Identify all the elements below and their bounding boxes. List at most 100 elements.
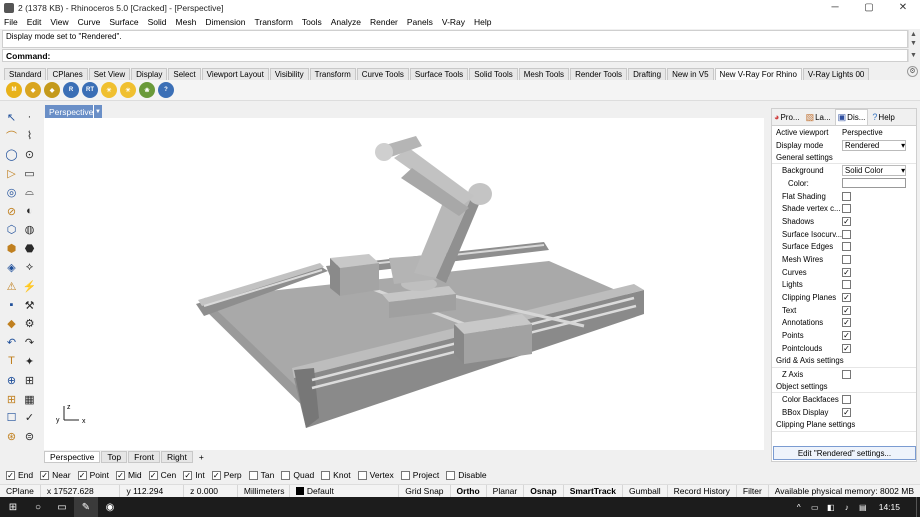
viewport-tab-top[interactable]: Top — [101, 451, 128, 463]
display-option-checkbox[interactable] — [842, 191, 851, 201]
polyline-icon[interactable]: ⌇ — [22, 129, 37, 143]
minimize-button[interactable]: ─ — [818, 2, 852, 13]
toolbar-tab-transform[interactable]: Transform — [309, 68, 356, 80]
osnap-near[interactable]: ✓ Near — [40, 470, 71, 480]
status-osnap-button[interactable]: Osnap — [524, 484, 564, 498]
layer-display[interactable]: Default — [290, 484, 400, 498]
freeform-icon[interactable]: ⌓ — [22, 185, 37, 199]
osnap-tan[interactable]: Tan — [248, 470, 274, 480]
toolbar-tab-render-tools[interactable]: Render Tools — [570, 68, 628, 80]
show-desktop-button[interactable] — [916, 497, 920, 517]
check-icon[interactable]: ✓ — [22, 411, 37, 425]
osnap-mid[interactable]: ✓ Mid — [115, 470, 142, 480]
snap-icon[interactable]: ⊕ — [4, 373, 19, 387]
osnap-project[interactable]: Project — [400, 470, 439, 480]
menu-view[interactable]: View — [50, 17, 68, 27]
osnap-checkbox[interactable]: ✓ — [183, 470, 193, 480]
vray-help-icon[interactable]: ? — [158, 82, 174, 98]
command-input[interactable]: Command: — [2, 49, 908, 62]
status-filter-button[interactable]: Filter — [737, 484, 769, 498]
osnap-cen[interactable]: ✓ Cen — [148, 470, 176, 480]
frame-icon[interactable]: ☐ — [4, 411, 19, 425]
clipping-plane-settings-header[interactable]: Clipping Plane settings — [772, 419, 916, 432]
command-history-scrollbar[interactable]: ▲ ▼ — [908, 30, 918, 48]
task-view-icon[interactable]: ▭ — [50, 497, 74, 517]
osnap-checkbox[interactable]: ✓ — [115, 470, 125, 480]
grid-axis-settings-header[interactable]: Grid & Axis settings — [772, 355, 916, 368]
osnap-checkbox[interactable]: ✓ — [211, 470, 221, 480]
vray-sun-icon[interactable]: ☀ — [101, 82, 117, 98]
arc-icon[interactable]: ◎ — [4, 185, 19, 199]
settings-icon[interactable]: ⚙ — [22, 317, 37, 331]
toolbar-tab-standard[interactable]: Standard — [4, 68, 47, 80]
revolve-icon[interactable]: ◐ — [22, 204, 37, 218]
vray-fur-icon[interactable]: ❀ — [139, 82, 155, 98]
osnap-disable[interactable]: Disable — [446, 470, 487, 480]
osnap-checkbox[interactable] — [357, 470, 367, 480]
toolbar-tab-viewport-layout[interactable]: Viewport Layout — [201, 68, 269, 80]
render-icon[interactable]: ⊛ — [4, 430, 19, 444]
display-option-checkbox[interactable] — [842, 229, 851, 239]
display-option-checkbox[interactable] — [842, 280, 851, 290]
dimension-icon[interactable]: ✦ — [22, 354, 37, 368]
extrude-icon[interactable]: ⬣ — [22, 242, 37, 256]
menu-solid[interactable]: Solid — [148, 17, 167, 27]
light-icon[interactable]: ⚡ — [22, 279, 37, 293]
vray-light-icon[interactable]: ☀ — [120, 82, 136, 98]
z-axis-checkbox[interactable] — [842, 369, 851, 379]
toolbar-tab-v-ray-lights-00[interactable]: V-Ray Lights 00 — [802, 68, 870, 80]
toolbar-tab-cplanes[interactable]: CPlanes — [47, 68, 88, 80]
block-icon[interactable]: ▪ — [4, 298, 19, 312]
clock[interactable]: 14:15 — [871, 502, 916, 512]
solid-icon[interactable]: ⬢ — [4, 242, 19, 256]
osnap-checkbox[interactable]: ✓ — [40, 470, 50, 480]
display-option-checkbox[interactable]: ✓ — [842, 305, 851, 315]
toolbar-tab-mesh-tools[interactable]: Mesh Tools — [518, 68, 570, 80]
display-option-checkbox[interactable] — [842, 242, 851, 252]
toolbar-tab-new-v-ray-for-rhino[interactable]: New V-Ray For Rhino — [714, 68, 802, 80]
background-color-swatch[interactable] — [842, 178, 906, 189]
menu-tools[interactable]: Tools — [302, 17, 322, 27]
osnap-perp[interactable]: ✓ Perp — [211, 470, 242, 480]
array-icon[interactable]: ⊞ — [4, 392, 19, 406]
command-dropdown[interactable]: ▼ — [908, 49, 918, 62]
close-button[interactable]: ✕ — [886, 2, 920, 13]
osnap-checkbox[interactable] — [281, 470, 291, 480]
status-record-history-button[interactable]: Record History — [668, 484, 737, 498]
menu-file[interactable]: File — [4, 17, 18, 27]
grid-icon[interactable]: ⊞ — [22, 373, 37, 387]
warning-icon[interactable]: ⚠ — [4, 279, 19, 293]
table-icon[interactable]: ▦ — [22, 392, 37, 406]
tool-icon[interactable]: ⚒ — [22, 298, 37, 312]
osnap-end[interactable]: ✓ End — [6, 470, 33, 480]
status-gumball-button[interactable]: Gumball — [623, 484, 668, 498]
curve-icon[interactable]: ⌒ — [4, 129, 19, 143]
perspective-viewport[interactable]: z y x — [44, 118, 764, 450]
toolbar-tab-display[interactable]: Display — [131, 68, 168, 80]
display-mode-select[interactable]: Rendered ▾ — [842, 139, 906, 151]
menu-mesh[interactable]: Mesh — [176, 17, 197, 27]
units-display[interactable]: Millimeters — [238, 484, 290, 498]
menu-panels[interactable]: Panels — [407, 17, 433, 27]
toolbar-tab-set-view[interactable]: Set View — [88, 68, 131, 80]
toolbar-tab-solid-tools[interactable]: Solid Tools — [469, 68, 518, 80]
tab-options-icon[interactable]: ⚙ — [907, 66, 918, 77]
battery-icon[interactable]: ▭ — [807, 497, 823, 517]
color-backfaces-checkbox[interactable] — [842, 395, 851, 405]
osnap-vertex[interactable]: Vertex — [357, 470, 394, 480]
sphere-icon[interactable]: ◍ — [22, 223, 37, 237]
osnap-checkbox[interactable]: ✓ — [6, 470, 15, 480]
boolean-icon[interactable]: ◈ — [4, 260, 19, 274]
rectangle-icon[interactable]: ▭ — [22, 166, 37, 180]
toolbar-tab-select[interactable]: Select — [168, 68, 201, 80]
toolbar-tab-drafting[interactable]: Drafting — [628, 68, 667, 80]
undo-icon[interactable]: ↶ — [4, 336, 19, 350]
display-option-checkbox[interactable]: ✓ — [842, 343, 851, 353]
osnap-knot[interactable]: Knot — [321, 470, 351, 480]
windows-start-icon[interactable]: ⊞ — [0, 497, 26, 517]
osnap-int[interactable]: ✓ Int — [183, 470, 205, 480]
diamond-icon[interactable]: ◆ — [4, 317, 19, 331]
toolbar-tab-surface-tools[interactable]: Surface Tools — [409, 68, 469, 80]
display-option-checkbox[interactable]: ✓ — [842, 267, 851, 277]
material-icon[interactable]: ⊜ — [22, 430, 37, 444]
